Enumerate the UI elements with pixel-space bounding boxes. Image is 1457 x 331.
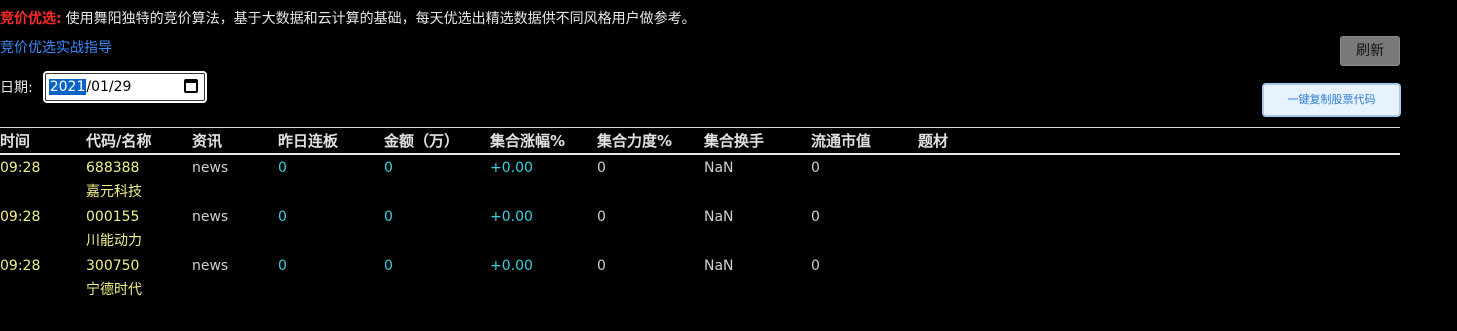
cell-float-cap: 0: [811, 258, 820, 274]
cell-auction-rise: +0.00: [490, 258, 533, 274]
date-row: 日期: 2021/01/29: [0, 71, 207, 103]
intro-line: 竞价优选: 使用舞阳独特的竞价算法，基于大数据和云计算的基础，每天优选出精选数据供…: [0, 9, 696, 29]
refresh-button[interactable]: 刷新: [1340, 36, 1400, 66]
table-header: 时间 代码/名称 资讯 昨日连板 金额（万） 集合涨幅% 集合力度% 集合换手 …: [0, 128, 1400, 155]
cell-auction-turnover: NaN: [704, 209, 734, 225]
table-row: 09:28 000155 川能动力 news 0 0 +0.00 0 NaN 0: [0, 204, 1400, 253]
cell-auction-force: 0: [597, 258, 606, 274]
cell-auction-force: 0: [597, 209, 606, 225]
date-label: 日期:: [0, 80, 33, 96]
cell-code[interactable]: 688388: [86, 158, 139, 178]
cell-auction-turnover: NaN: [704, 160, 734, 176]
cell-auction-rise: +0.00: [490, 209, 533, 225]
cell-name[interactable]: 宁德时代: [86, 280, 142, 300]
header-time[interactable]: 时间: [0, 130, 30, 151]
cell-yesterday-boards: 0: [278, 209, 287, 225]
intro-label: 竞价优选:: [0, 11, 62, 27]
header-auction-rise[interactable]: 集合涨幅%: [490, 130, 565, 151]
cell-news[interactable]: news: [192, 158, 228, 178]
cell-amount: 0: [384, 258, 393, 274]
cell-auction-turnover: NaN: [704, 258, 734, 274]
cell-auction-rise: +0.00: [490, 160, 533, 176]
header-news[interactable]: 资讯: [192, 130, 222, 151]
calendar-icon[interactable]: [183, 79, 198, 93]
table-row: 09:28 688388 嘉元科技 news 0 0 +0.00 0 NaN 0: [0, 155, 1400, 204]
header-float-cap[interactable]: 流通市值: [811, 130, 871, 151]
cell-auction-force: 0: [597, 160, 606, 176]
cell-yesterday-boards: 0: [278, 160, 287, 176]
header-yesterday-boards[interactable]: 昨日连板: [278, 130, 338, 151]
date-input[interactable]: 2021/01/29: [42, 71, 207, 103]
header-auction-turnover[interactable]: 集合换手: [704, 130, 764, 151]
cell-yesterday-boards: 0: [278, 258, 287, 274]
cell-news[interactable]: news: [192, 207, 228, 227]
cell-time: 09:28: [0, 160, 41, 176]
header-code-name[interactable]: 代码/名称: [86, 130, 151, 151]
stock-table: 时间 代码/名称 资讯 昨日连板 金额（万） 集合涨幅% 集合力度% 集合换手 …: [0, 127, 1400, 302]
guide-link[interactable]: 竞价优选实战指导: [0, 38, 112, 58]
header-amount[interactable]: 金额（万）: [384, 130, 459, 151]
cell-time: 09:28: [0, 258, 41, 274]
header-auction-force[interactable]: 集合力度%: [597, 130, 672, 151]
cell-name[interactable]: 川能动力: [86, 231, 142, 251]
intro-text: 使用舞阳独特的竞价算法，基于大数据和云计算的基础，每天优选出精选数据供不同风格用…: [65, 11, 696, 27]
header-theme[interactable]: 题材: [918, 130, 948, 151]
cell-name[interactable]: 嘉元科技: [86, 182, 142, 202]
page: 竞价优选: 使用舞阳独特的竞价算法，基于大数据和云计算的基础，每天优选出精选数据供…: [0, 0, 1457, 331]
cell-float-cap: 0: [811, 160, 820, 176]
cell-code[interactable]: 000155: [86, 207, 139, 227]
cell-amount: 0: [384, 209, 393, 225]
date-year[interactable]: 2021: [48, 79, 87, 95]
cell-time: 09:28: [0, 209, 41, 225]
cell-code[interactable]: 300750: [86, 256, 139, 276]
cell-float-cap: 0: [811, 209, 820, 225]
cell-amount: 0: [384, 160, 393, 176]
copy-codes-button[interactable]: 一键复制股票代码: [1262, 83, 1401, 117]
table-row: 09:28 300750 宁德时代 news 0 0 +0.00 0 NaN 0: [0, 253, 1400, 302]
date-month-day[interactable]: /01/29: [86, 79, 131, 95]
cell-news[interactable]: news: [192, 256, 228, 276]
